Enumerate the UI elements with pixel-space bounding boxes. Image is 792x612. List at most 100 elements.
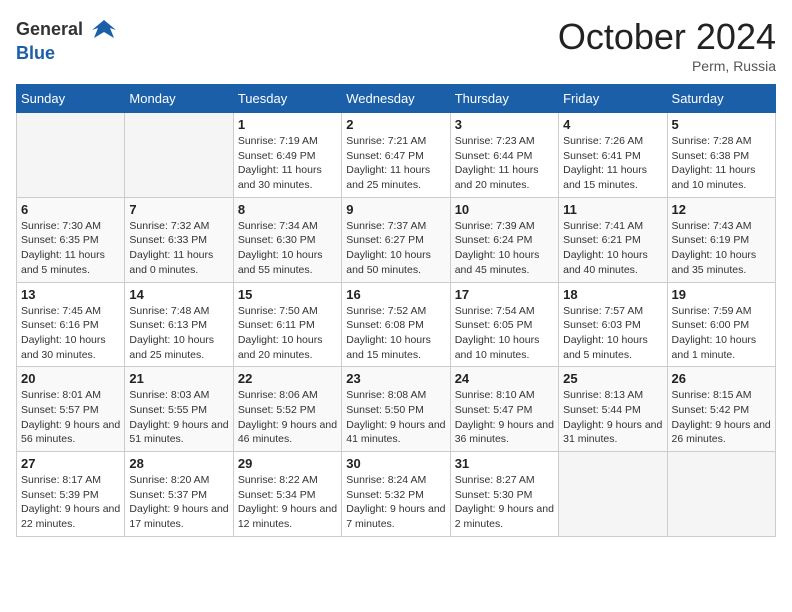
calendar-cell: 6 Sunrise: 7:30 AMSunset: 6:35 PMDaylight… [17,197,125,282]
calendar-week-row: 20 Sunrise: 8:01 AMSunset: 5:57 PMDayligh… [17,367,776,452]
day-number: 6 [21,202,120,217]
day-info: Sunrise: 8:20 AMSunset: 5:37 PMDaylight:… [129,473,228,532]
calendar-week-row: 6 Sunrise: 7:30 AMSunset: 6:35 PMDaylight… [17,197,776,282]
day-info: Sunrise: 7:30 AMSunset: 6:35 PMDaylight:… [21,219,120,278]
calendar-table: SundayMondayTuesdayWednesdayThursdayFrid… [16,84,776,537]
calendar-cell: 25Sunrise: 8:13 AMSunset: 5:44 PMDayligh… [559,367,667,452]
day-info: Sunrise: 7:19 AMSunset: 6:49 PMDaylight:… [238,134,337,193]
day-info: Sunrise: 7:26 AMSunset: 6:41 PMDaylight:… [563,134,662,193]
calendar-cell: 28Sunrise: 8:20 AMSunset: 5:37 PMDayligh… [125,452,233,537]
logo: General Blue [16,16,118,64]
calendar-cell: 27 Sunrise: 8:17 AMSunset: 5:39 PMDayligh… [17,452,125,537]
day-info: Sunrise: 7:39 AMSunset: 6:24 PMDaylight:… [455,219,554,278]
day-info: Sunrise: 7:59 AMSunset: 6:00 PMDaylight:… [672,304,771,363]
day-info: Sunrise: 8:15 AMSunset: 5:42 PMDaylight:… [672,388,771,447]
day-number: 4 [563,117,662,132]
day-number: 24 [455,371,554,386]
day-number: 18 [563,287,662,302]
day-info: Sunrise: 8:08 AMSunset: 5:50 PMDaylight:… [346,388,445,447]
day-info: Sunrise: 7:21 AMSunset: 6:47 PMDaylight:… [346,134,445,193]
day-number: 3 [455,117,554,132]
calendar-cell: 21 Sunrise: 8:03 AMSunset: 5:55 PMDayligh… [125,367,233,452]
day-number: 2 [346,117,445,132]
day-info: Sunrise: 7:37 AMSunset: 6:27 PMDaylight:… [346,219,445,278]
calendar-cell: 2 Sunrise: 7:21 AMSunset: 6:47 PMDaylight… [342,113,450,198]
day-number: 21 [129,371,228,386]
calendar-cell: 9 Sunrise: 7:37 AMSunset: 6:27 PMDaylight… [342,197,450,282]
day-number: 11 [563,202,662,217]
weekday-header-tuesday: Tuesday [233,85,341,113]
day-number: 14 [129,287,228,302]
day-info: Sunrise: 8:10 AMSunset: 5:47 PMDaylight:… [455,388,554,447]
calendar-cell [667,452,775,537]
weekday-header-sunday: Sunday [17,85,125,113]
day-number: 12 [672,202,771,217]
location: Perm, Russia [558,58,776,74]
calendar-cell: 15 Sunrise: 7:50 AMSunset: 6:11 PMDayligh… [233,282,341,367]
calendar-cell: 20 Sunrise: 8:01 AMSunset: 5:57 PMDayligh… [17,367,125,452]
calendar-cell: 31 Sunrise: 8:27 AMSunset: 5:30 PMDayligh… [450,452,558,537]
calendar-cell: 22 Sunrise: 8:06 AMSunset: 5:52 PMDayligh… [233,367,341,452]
calendar-cell: 1Sunrise: 7:19 AMSunset: 6:49 PMDaylight… [233,113,341,198]
day-number: 16 [346,287,445,302]
logo-general-text: General [16,19,83,39]
calendar-cell: 4 Sunrise: 7:26 AMSunset: 6:41 PMDaylight… [559,113,667,198]
calendar-cell: 3 Sunrise: 7:23 AMSunset: 6:44 PMDaylight… [450,113,558,198]
title-area: October 2024 Perm, Russia [558,16,776,74]
day-info: Sunrise: 7:48 AMSunset: 6:13 PMDaylight:… [129,304,228,363]
calendar-cell [125,113,233,198]
day-info: Sunrise: 8:24 AMSunset: 5:32 PMDaylight:… [346,473,445,532]
day-info: Sunrise: 8:27 AMSunset: 5:30 PMDaylight:… [455,473,554,532]
day-info: Sunrise: 8:17 AMSunset: 5:39 PMDaylight:… [21,473,120,532]
day-info: Sunrise: 8:13 AMSunset: 5:44 PMDaylight:… [563,388,662,447]
month-title: October 2024 [558,16,776,58]
day-info: Sunrise: 7:52 AMSunset: 6:08 PMDaylight:… [346,304,445,363]
day-info: Sunrise: 7:34 AMSunset: 6:30 PMDaylight:… [238,219,337,278]
day-number: 9 [346,202,445,217]
day-number: 30 [346,456,445,471]
day-number: 5 [672,117,771,132]
weekday-header-wednesday: Wednesday [342,85,450,113]
weekday-header-friday: Friday [559,85,667,113]
day-info: Sunrise: 7:57 AMSunset: 6:03 PMDaylight:… [563,304,662,363]
calendar-cell: 8 Sunrise: 7:34 AMSunset: 6:30 PMDaylight… [233,197,341,282]
day-number: 31 [455,456,554,471]
calendar-cell: 19Sunrise: 7:59 AMSunset: 6:00 PMDayligh… [667,282,775,367]
day-number: 29 [238,456,337,471]
day-number: 20 [21,371,120,386]
page-header: General Blue October 2024 Perm, Russia [16,16,776,74]
calendar-cell: 16 Sunrise: 7:52 AMSunset: 6:08 PMDayligh… [342,282,450,367]
day-info: Sunrise: 7:45 AMSunset: 6:16 PMDaylight:… [21,304,120,363]
calendar-week-row: 27 Sunrise: 8:17 AMSunset: 5:39 PMDayligh… [17,452,776,537]
calendar-cell: 13 Sunrise: 7:45 AMSunset: 6:16 PMDayligh… [17,282,125,367]
day-number: 8 [238,202,337,217]
logo-bird-icon [90,16,118,44]
calendar-cell [559,452,667,537]
day-info: Sunrise: 8:03 AMSunset: 5:55 PMDaylight:… [129,388,228,447]
day-info: Sunrise: 8:22 AMSunset: 5:34 PMDaylight:… [238,473,337,532]
logo-blue-text: Blue [16,43,55,63]
day-info: Sunrise: 8:06 AMSunset: 5:52 PMDaylight:… [238,388,337,447]
calendar-cell: 30 Sunrise: 8:24 AMSunset: 5:32 PMDayligh… [342,452,450,537]
day-number: 22 [238,371,337,386]
day-info: Sunrise: 7:41 AMSunset: 6:21 PMDaylight:… [563,219,662,278]
day-info: Sunrise: 7:23 AMSunset: 6:44 PMDaylight:… [455,134,554,193]
day-number: 7 [129,202,228,217]
calendar-cell: 24 Sunrise: 8:10 AMSunset: 5:47 PMDayligh… [450,367,558,452]
day-info: Sunrise: 7:54 AMSunset: 6:05 PMDaylight:… [455,304,554,363]
calendar-week-row: 1Sunrise: 7:19 AMSunset: 6:49 PMDaylight… [17,113,776,198]
day-number: 15 [238,287,337,302]
day-info: Sunrise: 7:50 AMSunset: 6:11 PMDaylight:… [238,304,337,363]
day-number: 27 [21,456,120,471]
calendar-cell: 14 Sunrise: 7:48 AMSunset: 6:13 PMDayligh… [125,282,233,367]
calendar-cell: 7Sunrise: 7:32 AMSunset: 6:33 PMDaylight… [125,197,233,282]
weekday-header-row: SundayMondayTuesdayWednesdayThursdayFrid… [17,85,776,113]
calendar-cell: 11 Sunrise: 7:41 AMSunset: 6:21 PMDayligh… [559,197,667,282]
calendar-cell [17,113,125,198]
day-info: Sunrise: 8:01 AMSunset: 5:57 PMDaylight:… [21,388,120,447]
weekday-header-saturday: Saturday [667,85,775,113]
calendar-cell: 23Sunrise: 8:08 AMSunset: 5:50 PMDayligh… [342,367,450,452]
day-info: Sunrise: 7:28 AMSunset: 6:38 PMDaylight:… [672,134,771,193]
day-number: 13 [21,287,120,302]
calendar-cell: 5 Sunrise: 7:28 AMSunset: 6:38 PMDaylight… [667,113,775,198]
